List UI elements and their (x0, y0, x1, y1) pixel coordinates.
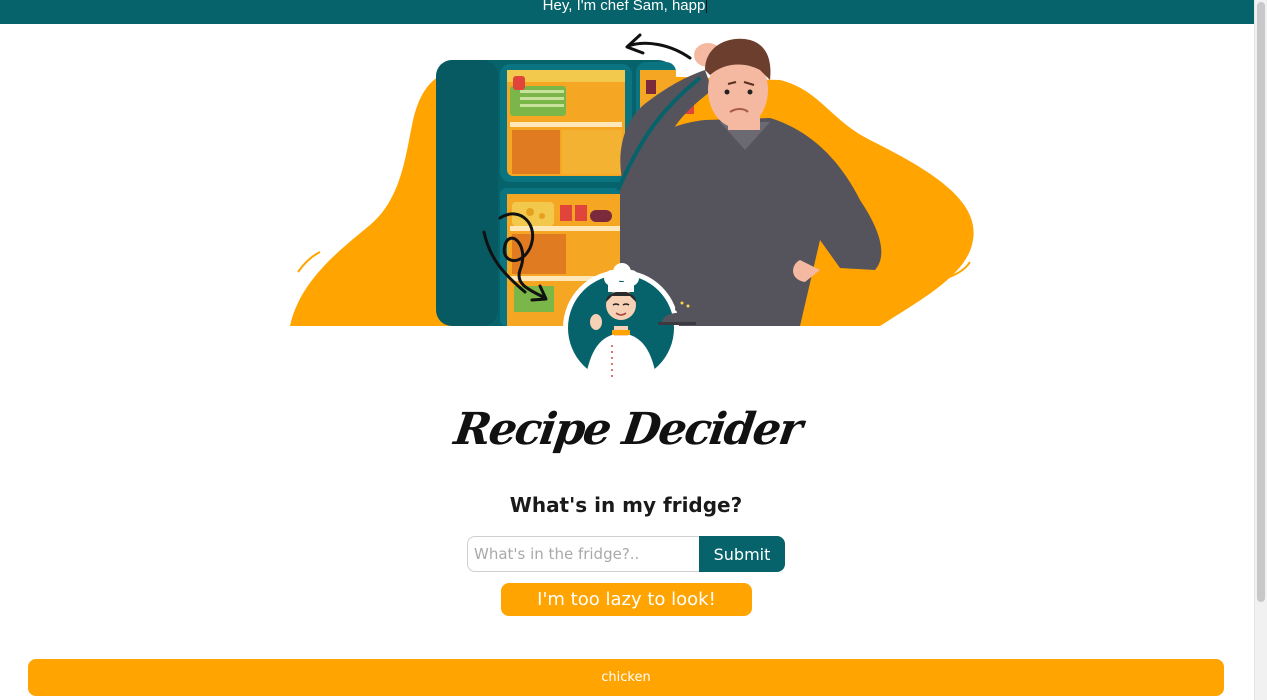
too-lazy-button[interactable]: I'm too lazy to look! (501, 583, 752, 616)
vertical-scrollbar[interactable] (1254, 0, 1267, 700)
fridge-search-form: Submit (467, 536, 785, 572)
banner-text: Hey, I'm chef Sam, happ (542, 0, 706, 14)
page-subtitle: What's in my fridge? (509, 493, 743, 517)
fridge-input[interactable] (467, 536, 699, 572)
scrollbar-thumb[interactable] (1257, 2, 1265, 602)
hero-illustration (290, 33, 974, 386)
app-title: Recipe Decider (451, 404, 804, 455)
typing-banner: Hey, I'm chef Sam, happ (0, 0, 1255, 24)
banner-text-line: Hey, I'm chef Sam, happ (0, 0, 1250, 17)
result-item[interactable]: chicken (28, 659, 1224, 696)
text-caret (706, 0, 708, 13)
page: Hey, I'm chef Sam, happ Recipe Decider W… (0, 0, 1267, 700)
submit-button[interactable]: Submit (699, 536, 785, 572)
